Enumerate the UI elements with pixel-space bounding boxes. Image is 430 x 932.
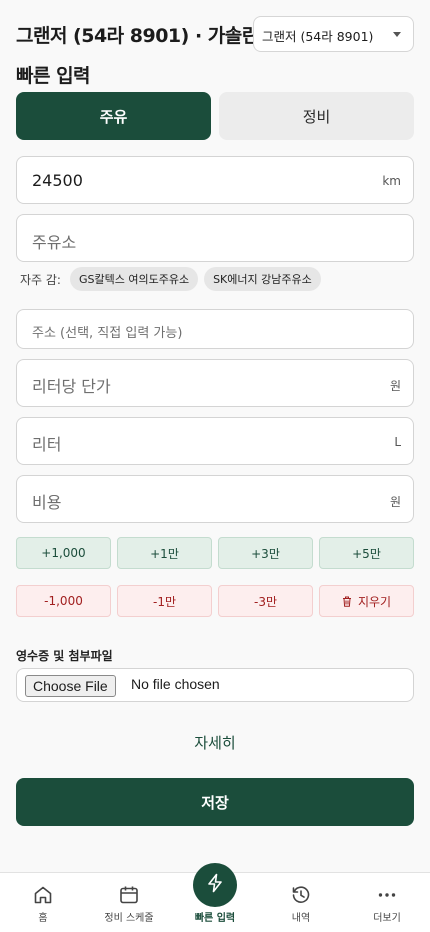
address-field[interactable]: 주소 (선택, 직접 입력 가능) bbox=[16, 309, 414, 349]
details-link[interactable]: 자세히 bbox=[0, 732, 430, 753]
tab-maintenance[interactable]: 정비 bbox=[219, 92, 414, 140]
unit-price-unit: 원 bbox=[389, 379, 401, 393]
clear-button[interactable]: 지우기 bbox=[319, 585, 414, 617]
odometer-value: 24500 bbox=[32, 171, 83, 190]
nav-item-home[interactable]: 홈 bbox=[0, 873, 86, 932]
favorite-chip[interactable]: GS칼텍스 여의도주유소 bbox=[69, 267, 199, 291]
add-1000-button[interactable]: +1,000 bbox=[16, 537, 111, 569]
cost-placeholder: 비용 bbox=[32, 493, 62, 512]
attachments-label: 영수증 및 첨부파일 bbox=[16, 649, 113, 663]
liters-placeholder: 리터 bbox=[32, 435, 62, 454]
vehicle-title: 그랜저 (54라 8901) · 가솔린 bbox=[16, 25, 259, 47]
nav-label: 내역 bbox=[291, 913, 311, 924]
unit-price-placeholder: 리터당 단가 bbox=[32, 377, 111, 396]
add-50000-button[interactable]: +5만 bbox=[319, 537, 414, 569]
nav-item-more[interactable]: 더보기 bbox=[344, 873, 430, 932]
station-placeholder: 주유소 bbox=[32, 233, 77, 252]
increase-buttons: +1,000 +1만 +3만 +5만 bbox=[16, 537, 414, 569]
nav-label: 정비 스케줄 bbox=[104, 913, 154, 924]
quick-entry-fab[interactable] bbox=[193, 863, 237, 907]
nav-item-history[interactable]: 내역 bbox=[258, 873, 344, 932]
station-field[interactable]: 주유소 bbox=[16, 214, 414, 262]
chevron-down-icon bbox=[393, 32, 401, 37]
attachment-file-input[interactable]: Choose File No file chosen bbox=[16, 668, 414, 702]
nav-label: 홈 bbox=[38, 913, 48, 924]
header: 그랜저 (54라 8901) · 가솔린 그랜저 (54라 8901) bbox=[16, 16, 414, 52]
home-icon bbox=[33, 885, 53, 905]
odometer-field[interactable]: 24500 km bbox=[16, 156, 414, 204]
save-button[interactable]: 저장 bbox=[16, 778, 414, 826]
file-status: No file chosen bbox=[131, 676, 220, 692]
address-placeholder: 주소 (선택, 직접 입력 가능) bbox=[32, 326, 183, 341]
subtract-30000-button[interactable]: -3만 bbox=[218, 585, 313, 617]
vehicle-select[interactable]: 그랜저 (54라 8901) bbox=[253, 16, 414, 52]
subtract-10000-button[interactable]: -1만 bbox=[117, 585, 212, 617]
cost-field[interactable]: 비용 원 bbox=[16, 475, 414, 523]
favorite-stations: 자주 감: GS칼텍스 여의도주유소 SK에너지 강남주유소 bbox=[20, 267, 327, 291]
tab-fuel[interactable]: 주유 bbox=[16, 92, 211, 140]
decrease-buttons: -1,000 -1만 -3만 지우기 bbox=[16, 585, 414, 617]
nav-label: 빠른 입력 bbox=[194, 913, 236, 924]
quick-entry-page: 그랜저 (54라 8901) · 가솔린 그랜저 (54라 8901) 빠른 입… bbox=[0, 0, 430, 932]
add-10000-button[interactable]: +1만 bbox=[117, 537, 212, 569]
cost-unit: 원 bbox=[389, 495, 401, 509]
nav-item-schedule[interactable]: 정비 스케줄 bbox=[86, 873, 172, 932]
add-30000-button[interactable]: +3만 bbox=[218, 537, 313, 569]
clear-button-label: 지우기 bbox=[357, 594, 392, 609]
favorite-chip[interactable]: SK에너지 강남주유소 bbox=[204, 267, 321, 291]
liters-unit: L bbox=[394, 435, 401, 449]
favorites-label: 자주 감: bbox=[20, 272, 61, 287]
choose-file-button[interactable]: Choose File bbox=[25, 675, 116, 697]
history-icon bbox=[291, 885, 311, 905]
more-icon bbox=[377, 885, 397, 905]
vehicle-select-value: 그랜저 (54라 8901) bbox=[262, 29, 374, 44]
trash-icon bbox=[342, 596, 352, 607]
entry-type-tabs: 주유 정비 bbox=[16, 92, 414, 140]
unit-price-field[interactable]: 리터당 단가 원 bbox=[16, 359, 414, 407]
section-title: 빠른 입력 bbox=[16, 65, 91, 87]
odometer-unit: km bbox=[382, 174, 401, 188]
nav-label: 더보기 bbox=[373, 913, 401, 924]
lightning-icon bbox=[205, 873, 225, 897]
subtract-1000-button[interactable]: -1,000 bbox=[16, 585, 111, 617]
calendar-icon bbox=[119, 885, 139, 905]
liters-field[interactable]: 리터 L bbox=[16, 417, 414, 465]
